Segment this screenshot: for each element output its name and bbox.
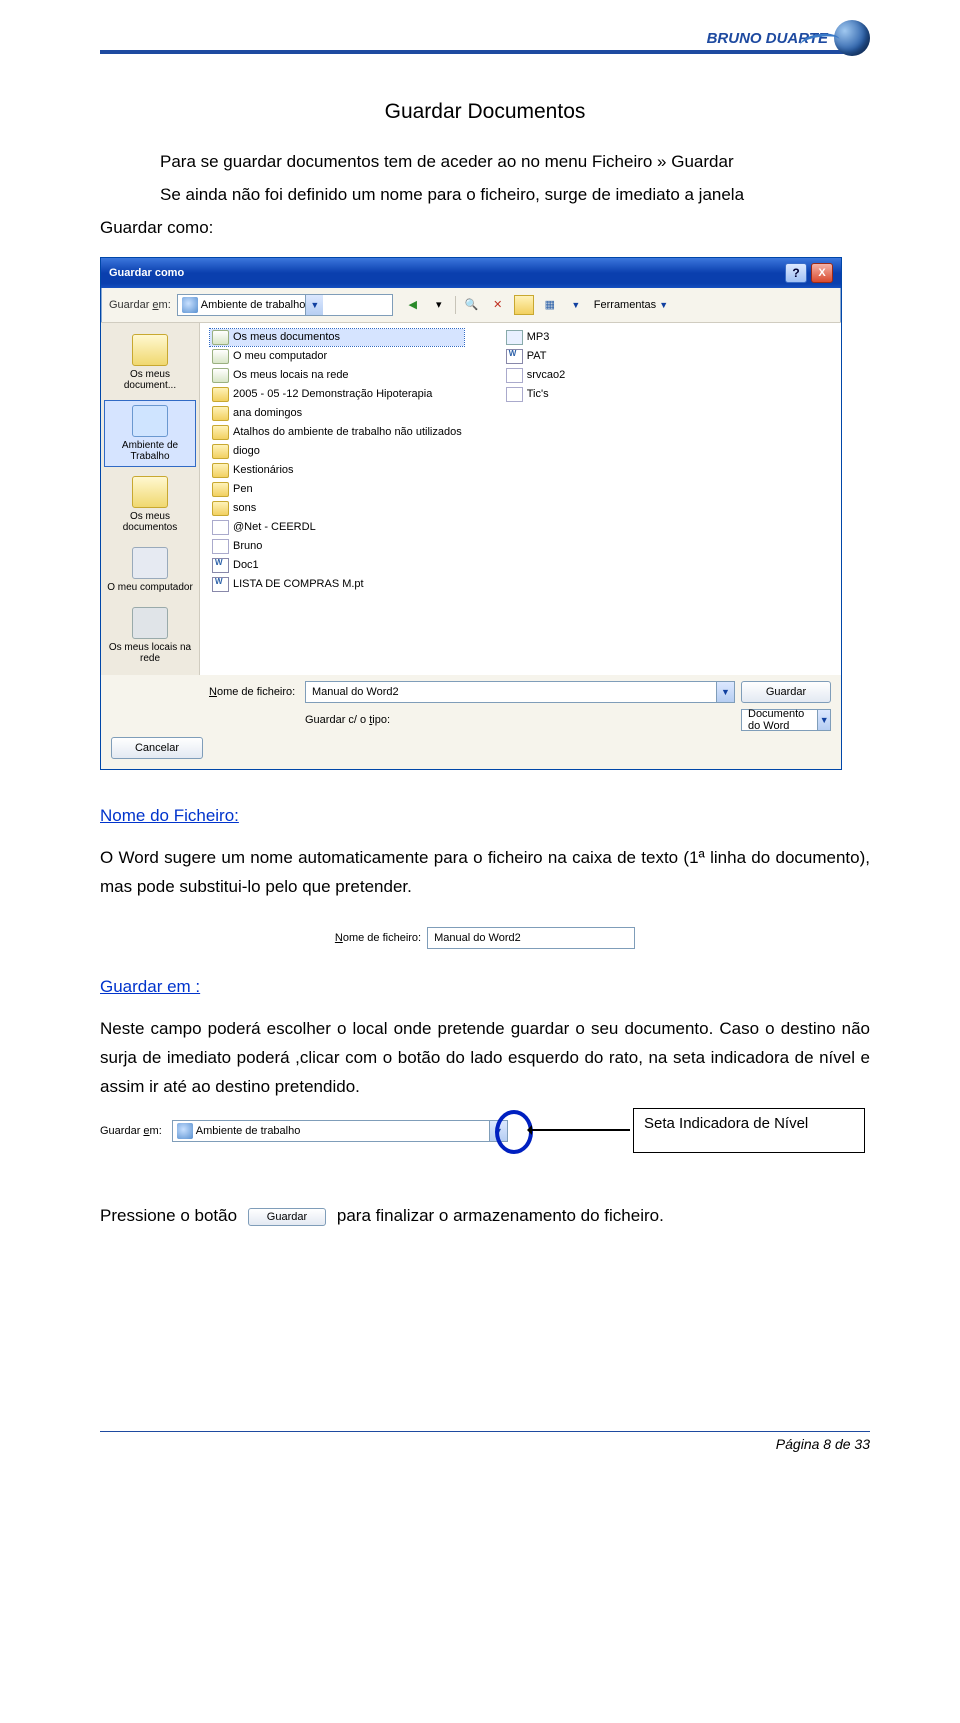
logo: BRUNO DUARTE [707, 20, 870, 56]
file-item[interactable]: Atalhos do ambiente de trabalho não util… [210, 424, 464, 441]
file-item[interactable]: Kestionários [210, 462, 464, 479]
file-item[interactable]: diogo [210, 443, 464, 460]
guardar-em-link[interactable]: Guardar em : [100, 977, 200, 997]
desktop-icon [177, 1123, 193, 1139]
nome-ficheiro-text: O Word sugere um nome automaticamente pa… [100, 844, 870, 902]
file-item[interactable]: O meu computador [210, 348, 464, 365]
place-desktop[interactable]: Ambiente de Trabalho [104, 400, 196, 467]
intro-line3: Guardar como: [100, 214, 870, 243]
place-my-docs2[interactable]: Os meus documentos [104, 471, 196, 538]
help-button[interactable]: ? [785, 263, 807, 283]
file-item[interactable]: @Net - CEERDL [210, 519, 464, 536]
places-bar: Os meus document... Ambiente de Trabalho… [101, 323, 200, 675]
file-item[interactable]: Os meus documentos [210, 329, 464, 346]
filename-input[interactable]: Manual do Word2▼ [305, 681, 735, 703]
chevron-down-icon[interactable]: ▼ [305, 295, 323, 315]
up-icon[interactable]: ▾ [429, 295, 449, 315]
file-item[interactable]: MP3 [504, 329, 568, 346]
filename-label: Nome de ficheiro: [209, 686, 299, 698]
file-item[interactable]: 2005 - 05 -12 Demonstração Hipoterapia [210, 386, 464, 403]
file-item[interactable]: Tic's [504, 386, 568, 403]
views-arrow-icon[interactable]: ▼ [566, 295, 586, 315]
location-combo[interactable]: Ambiente de trabalho ▼ [177, 294, 393, 316]
filetype-combo[interactable]: Documento do Word▼ [741, 709, 831, 731]
place-my-pc[interactable]: O meu computador [104, 542, 196, 598]
filename-crop-input[interactable]: Manual do Word2 [427, 927, 635, 949]
desktop-icon [182, 297, 198, 313]
file-item[interactable]: PAT [504, 348, 568, 365]
arrow-annotation [530, 1129, 630, 1131]
guardar-em-combo[interactable]: Ambiente de trabalho ▼ [172, 1120, 508, 1142]
intro-line1: Para se guardar documentos tem de aceder… [100, 148, 870, 177]
file-item[interactable]: sons [210, 500, 464, 517]
press-line: Pressione o botão Guardar para finalizar… [100, 1202, 870, 1231]
file-list[interactable]: Os meus documentos O meu computador Os meu… [200, 323, 841, 675]
place-my-docs[interactable]: Os meus document... [104, 329, 196, 396]
guardar-em-crop: Guardar em: Ambiente de trabalho ▼ Seta … [100, 1120, 870, 1142]
file-item[interactable]: Bruno [210, 538, 464, 555]
filetype-label: Guardar c/ o tipo: [305, 714, 735, 726]
location-value: Ambiente de trabalho [201, 299, 306, 311]
inline-save-button[interactable]: Guardar [248, 1208, 326, 1226]
page-number: Página 8 de 33 [100, 1436, 870, 1452]
delete-icon[interactable]: ✕ [488, 295, 508, 315]
views-icon[interactable]: ▦ [540, 295, 560, 315]
save-button[interactable]: Guardar [741, 681, 831, 703]
dialog-toolbar: Guardar em: Ambiente de trabalho ▼ ◀ ▾ 🔍… [101, 288, 841, 323]
place-network[interactable]: Os meus locais na rede [104, 602, 196, 669]
nome-ficheiro-link[interactable]: Nome do Ficheiro: [100, 806, 239, 826]
callout-box: Seta Indicadora de Nível [633, 1108, 865, 1153]
back-icon[interactable]: ◀ [403, 295, 423, 315]
intro-line2: Se ainda não foi definido um nome para o… [100, 181, 870, 210]
dialog-title: Guardar como [109, 267, 184, 279]
search-icon[interactable]: 🔍 [462, 295, 482, 315]
file-item[interactable]: ana domingos [210, 405, 464, 422]
close-button[interactable]: X [811, 263, 833, 283]
cancel-button[interactable]: Cancelar [111, 737, 203, 759]
footer-rule [100, 1431, 870, 1432]
file-item[interactable]: srvcao2 [504, 367, 568, 384]
guardar-em-text: Neste campo poderá escolher o local onde… [100, 1015, 870, 1102]
guardar-em-label: Guardar em: [109, 299, 171, 311]
file-item[interactable]: Os meus locais na rede [210, 367, 464, 384]
file-item[interactable]: Pen [210, 481, 464, 498]
save-as-dialog: Guardar como ? X Guardar em: Ambiente de… [100, 257, 842, 770]
dialog-titlebar[interactable]: Guardar como ? X [101, 258, 841, 288]
page-title: Guardar Documentos [100, 100, 870, 124]
file-item[interactable]: LISTA DE COMPRAS M.pt [210, 576, 464, 593]
tools-label[interactable]: Ferramentas ▼ [594, 299, 668, 311]
new-folder-icon[interactable] [514, 295, 534, 315]
file-item[interactable]: Doc1 [210, 557, 464, 574]
filename-crop: Nome de ficheiro: Manual do Word2 [335, 927, 635, 949]
